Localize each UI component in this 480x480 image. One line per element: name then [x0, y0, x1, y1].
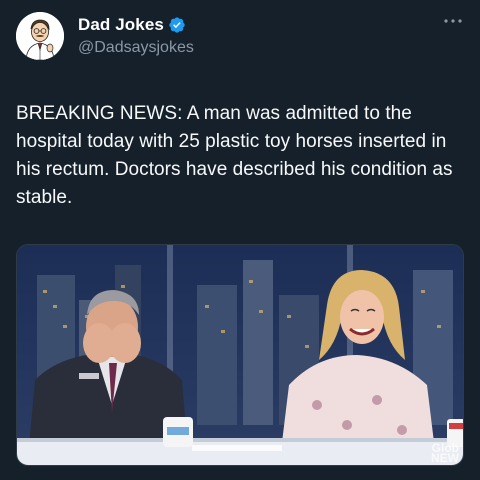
more-options-button[interactable] [442, 14, 464, 28]
author-info: Dad Jokes @Dadsaysjokes [78, 14, 194, 57]
tweet-media-image[interactable]: Glob NEW [16, 244, 464, 466]
tweet-text: BREAKING NEWS: A man was admitted to the… [16, 103, 453, 208]
watermark-line-2: NEW [431, 451, 459, 465]
author-name-row: Dad Jokes [78, 14, 194, 36]
more-options-icon [444, 19, 462, 23]
author-display-name[interactable]: Dad Jokes [78, 15, 164, 35]
news-anchors-laughing-image [17, 245, 463, 465]
network-watermark: Glob NEW [431, 442, 459, 465]
tweet-card: Dad Jokes @Dadsaysjokes BREAKING NEWS: A… [0, 0, 480, 480]
author-handle[interactable]: @Dadsaysjokes [78, 39, 194, 57]
cartoon-dad-avatar-icon [16, 12, 64, 60]
verified-badge-icon [169, 17, 185, 33]
author-avatar[interactable] [16, 12, 64, 60]
